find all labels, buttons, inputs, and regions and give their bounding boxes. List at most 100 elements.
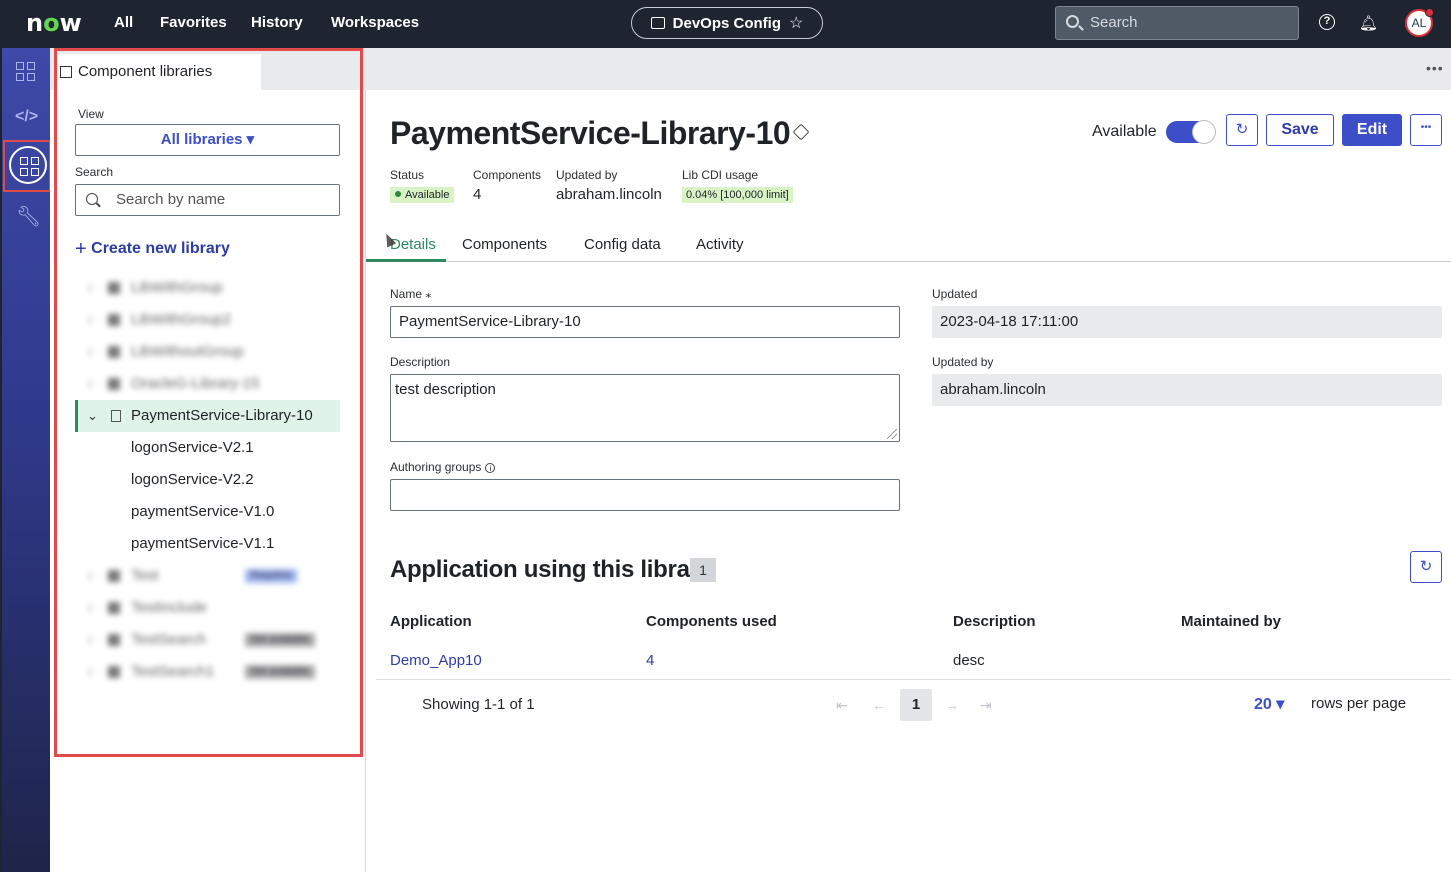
component-libraries-rail-item[interactable] [3,140,51,192]
description-value: test description [395,381,496,398]
main-tab-strip: ••• [366,48,1451,90]
global-search-input[interactable]: Search [1055,6,1299,40]
apps-grid-icon[interactable] [16,62,38,84]
view-select[interactable]: All libraries ▾ [75,124,340,156]
refresh-icon: ↻ [1419,558,1433,575]
tree-child-item[interactable]: paymentService-V1.1 [131,535,274,552]
column-header-description[interactable]: Description [953,613,1036,630]
showing-count: Showing 1-1 of 1 [422,696,535,713]
wrench-icon[interactable]: 🔧︎ [16,204,41,228]
authoring-groups-field[interactable] [390,479,900,511]
tree-item[interactable]: › OracleG-Library-15 [75,368,340,400]
info-icon[interactable]: i [485,463,496,473]
tree-item[interactable]: › LibWithGroup [75,272,340,304]
name-label: Name ⁎ [390,287,431,301]
nav-favorites[interactable]: Favorites [160,14,227,31]
first-page-icon[interactable]: ⇤ [836,697,848,714]
more-options-icon[interactable]: ••• [1426,60,1444,76]
tree-child-item[interactable]: paymentService-V1.0 [131,503,274,520]
tree-item[interactable]: › LibWithGroup2 [75,304,340,336]
tree-child-item[interactable]: logonService-V2.1 [131,439,254,456]
nav-workspaces[interactable]: Workspaces [331,14,419,31]
name-field[interactable]: PaymentService-Library-10 [390,306,900,338]
component-libraries-tab-icon [60,66,72,78]
column-header-maintained-by[interactable]: Maintained by [1181,613,1281,630]
ellipsis-icon: ••• [1420,122,1432,133]
resize-handle-icon[interactable] [887,429,897,439]
tree-item-label: Test [131,567,159,584]
active-tab-indicator [366,259,446,262]
apps-section-title: Application using this library [390,556,712,583]
tab-activity[interactable]: Activity [696,236,744,253]
search-icon [1066,15,1079,28]
description-field[interactable]: test description [390,374,900,442]
app-link[interactable]: Demo_App10 [390,652,482,669]
apps-refresh-button[interactable]: ↻ [1410,551,1442,583]
tree-item[interactable]: › LibWithoutGroup [75,336,340,368]
servicenow-logo[interactable]: now [26,9,82,37]
rows-per-page-select[interactable]: 20 ▾ [1254,694,1284,714]
star-icon[interactable]: ☆ [789,13,803,33]
components-used-link[interactable]: 4 [646,652,654,669]
tree-item[interactable]: › Test Requires [75,560,340,592]
tree-item-badge: Requires [245,569,298,583]
updated-by-label: Updated by [556,168,618,182]
nav-history[interactable]: History [251,14,303,31]
usage-badge: 0.04% [100,000 limit] [682,187,793,203]
tree-item-label: TestInclude [131,599,207,616]
refresh-button[interactable]: ↻ [1226,114,1258,146]
left-rail: </> 🔧︎ [0,48,51,872]
available-toggle[interactable] [1166,120,1216,144]
create-new-library-link[interactable]: + Create new library [75,238,230,261]
tree-item[interactable]: › TestSearch Not available [75,624,340,656]
tree-item-label: OracleG-Library-15 [131,375,260,392]
page-title: PaymentService-Library-10 [390,115,791,151]
tab-config-data[interactable]: Config data [584,236,661,253]
avatar[interactable]: AL [1405,8,1434,37]
authoring-groups-label: Authoring groups i [390,460,496,474]
tree-item-label: LibWithGroup2 [131,311,232,328]
bell-icon[interactable]: 🔔︎ [1359,14,1378,32]
help-icon[interactable]: ? [1319,14,1335,30]
nav-all[interactable]: All [114,14,133,31]
selected-library-label: PaymentService-Library-10 [131,407,313,424]
last-page-icon[interactable]: ⇥ [980,697,992,714]
library-search-placeholder: Search by name [116,191,226,208]
tab-components[interactable]: Components [462,236,547,253]
current-page[interactable]: 1 [900,689,932,721]
tree-item-selected[interactable]: ⌄ PaymentService-Library-10 [75,400,340,432]
workspace-icon [650,17,665,29]
caret-down-icon: ▾ [246,131,255,148]
status-label: Status [390,168,425,182]
next-page-icon[interactable]: → [945,697,959,713]
tree-item[interactable]: › TestInclude [75,592,340,624]
authoring-label-text: Authoring groups [390,460,482,474]
prev-page-icon[interactable]: ← [872,697,886,713]
column-header-application[interactable]: Application [390,613,472,630]
available-label: Available [1092,123,1157,140]
tree-child-item[interactable]: logonService-V2.2 [131,471,254,488]
column-header-components-used[interactable]: Components used [646,613,777,630]
refresh-icon: ↻ [1235,121,1249,138]
tree-item-badge: Not available [245,665,315,679]
library-search-input[interactable]: Search by name [75,184,340,216]
presence-dot [1425,8,1434,17]
save-button[interactable]: Save [1266,114,1334,146]
status-badge: Available [390,187,455,203]
code-icon[interactable]: </> [15,108,38,130]
updated-field: 2023-04-18 17:11:00 [932,306,1442,338]
required-icon: ⁎ [425,287,432,301]
tree-item-badge: Not available [245,633,315,647]
edit-button[interactable]: Edit [1342,114,1402,146]
component-libraries-tab[interactable]: Component libraries [54,54,261,90]
workspace-pill[interactable]: DevOps Config ☆ [631,7,823,39]
tree-item-label: TestSearch1 [131,663,215,680]
top-navigation-bar: now All Favorites History Workspaces Dev… [0,0,1451,48]
rows-per-page-value: 20 [1254,696,1272,713]
tab-details[interactable]: Details [390,236,436,253]
tree-item[interactable]: › TestSearch1 Not available [75,656,340,688]
view-value: All libraries [160,131,243,148]
more-actions-button[interactable]: ••• [1410,114,1442,146]
plus-icon: + [75,238,87,260]
chevron-down-icon[interactable]: ⌄ [87,400,98,432]
